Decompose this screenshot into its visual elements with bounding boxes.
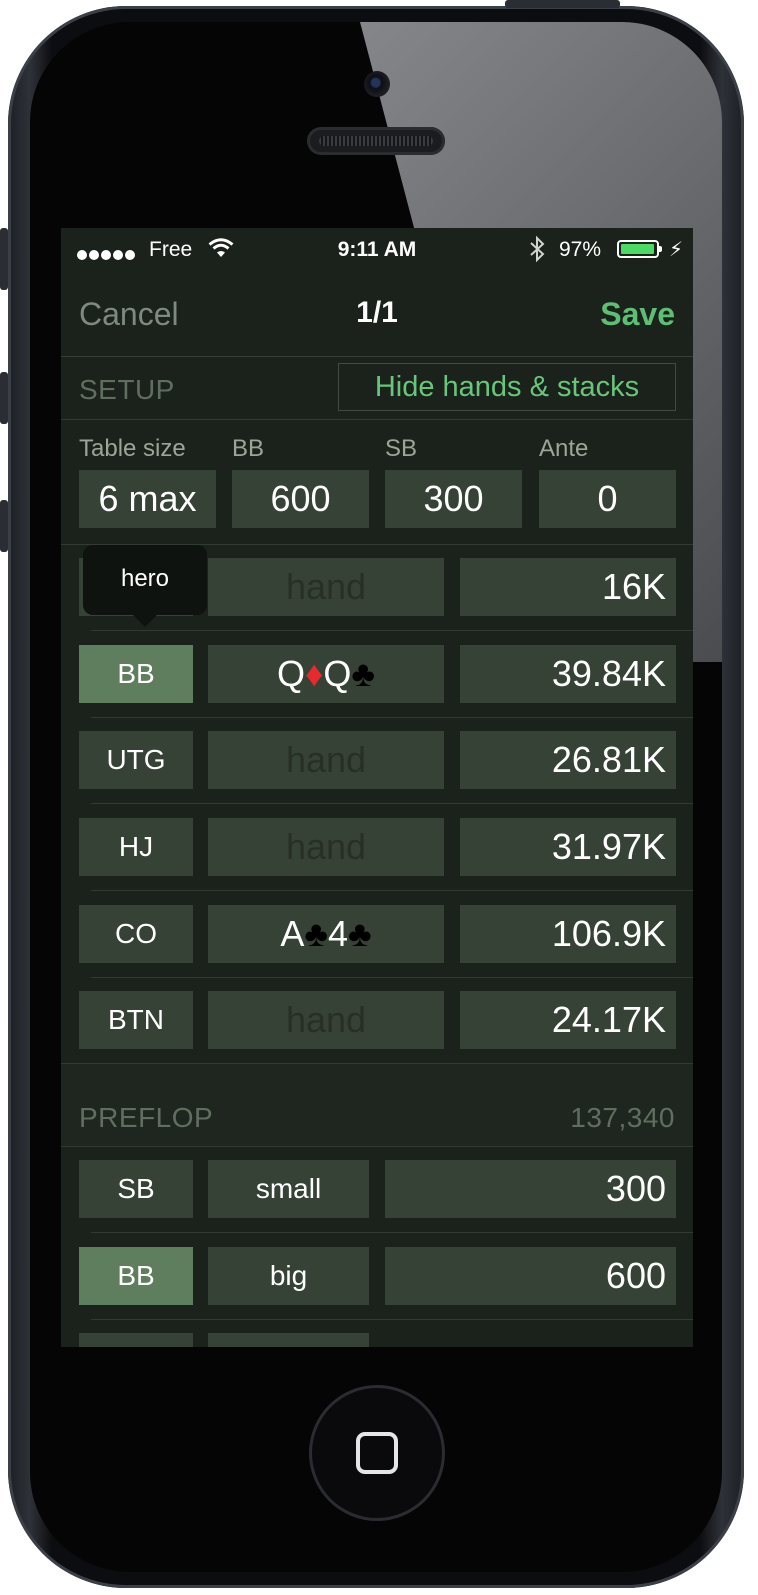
volume-up-button [0,372,8,424]
seat-position-button[interactable]: BB [79,645,193,703]
setup-section-label: SETUP [79,374,175,405]
preflop-section-label: PREFLOP [79,1102,214,1133]
divider [91,717,693,718]
seat-stack-field[interactable]: 16K [460,558,676,616]
front-camera [364,71,390,97]
ante-label: Ante [539,435,589,462]
seat-stack-field[interactable]: 39.84K [460,645,676,703]
seat-stack-field[interactable]: 24.17K [460,991,676,1049]
home-button[interactable] [309,1385,445,1521]
seat-hand-field[interactable]: A♣4♣ [208,905,444,963]
seat-position-button[interactable]: CO [79,905,193,963]
status-bar: Free 9:11 AM 97% ⚡ [61,228,693,272]
action-amount-field[interactable]: 600 [385,1247,676,1305]
seat-stack-field[interactable]: 106.9K [460,905,676,963]
battery-fill [621,244,654,254]
home-square-icon [356,1432,398,1474]
seat-position-button[interactable]: BTN [79,991,193,1049]
app-screen: Free 9:11 AM 97% ⚡ Cancel 1/1 Save SETUP… [61,228,693,1347]
divider [91,977,693,978]
hero-tooltip: hero [83,545,207,627]
ante-field[interactable]: 0 [539,470,676,528]
diamond-suit-icon: ♦ [305,653,324,694]
seat-stack-field[interactable]: 26.81K [460,731,676,789]
divider [61,419,693,420]
sb-field[interactable]: 300 [385,470,522,528]
seat-hand-field[interactable]: hand [208,991,444,1049]
card-rank: Q [323,653,352,694]
divider [61,1063,693,1064]
table-size-label: Table size [79,435,186,462]
battery-icon [617,240,662,258]
bb-label: BB [232,435,265,462]
seat-hand-field[interactable]: hand [208,731,444,789]
power-button [505,0,620,8]
hide-hands-stacks-button[interactable]: Hide hands & stacks [338,363,676,411]
volume-down-button [0,500,8,552]
page-title: 1/1 [356,296,398,329]
action-type-button[interactable]: small [208,1160,369,1218]
save-button[interactable]: Save [600,296,675,333]
action-amount-field[interactable]: 300 [385,1160,676,1218]
seat-hand-field[interactable]: hand [208,558,444,616]
action-type-button[interactable] [208,1333,369,1347]
seat-hand-field[interactable]: Q♦Q♣ [208,645,444,703]
club-suit-icon: ♣ [304,913,328,954]
seat-position-button[interactable]: UTG [79,731,193,789]
divider [91,890,693,891]
action-type-button[interactable]: big [208,1247,369,1305]
mute-switch [0,228,8,290]
divider [91,1232,693,1233]
pot-total: 137,340 [570,1102,675,1133]
club-suit-icon: ♣ [351,653,376,694]
action-position-button[interactable]: BB [79,1247,193,1305]
table-size-field[interactable]: 6 max [79,470,216,528]
battery-percent: 97% [559,238,602,261]
sb-label: SB [385,435,418,462]
divider [91,803,693,804]
navigation-bar: Cancel 1/1 Save [61,272,693,357]
seat-hand-field[interactable]: hand [208,818,444,876]
bluetooth-icon [530,235,545,263]
earpiece-speaker [307,127,445,155]
club-suit-icon: ♣ [348,913,372,954]
charging-bolt-icon: ⚡ [669,239,684,261]
action-position-button[interactable] [79,1333,193,1347]
divider [91,630,693,631]
seat-position-button[interactable]: HJ [79,818,193,876]
divider [91,1319,693,1320]
card-rank: 4 [327,913,349,954]
bb-field[interactable]: 600 [232,470,369,528]
action-position-button[interactable]: SB [79,1160,193,1218]
card-rank: Q [276,653,305,694]
divider [61,1146,693,1147]
card-rank: A [280,913,305,954]
seat-stack-field[interactable]: 31.97K [460,818,676,876]
